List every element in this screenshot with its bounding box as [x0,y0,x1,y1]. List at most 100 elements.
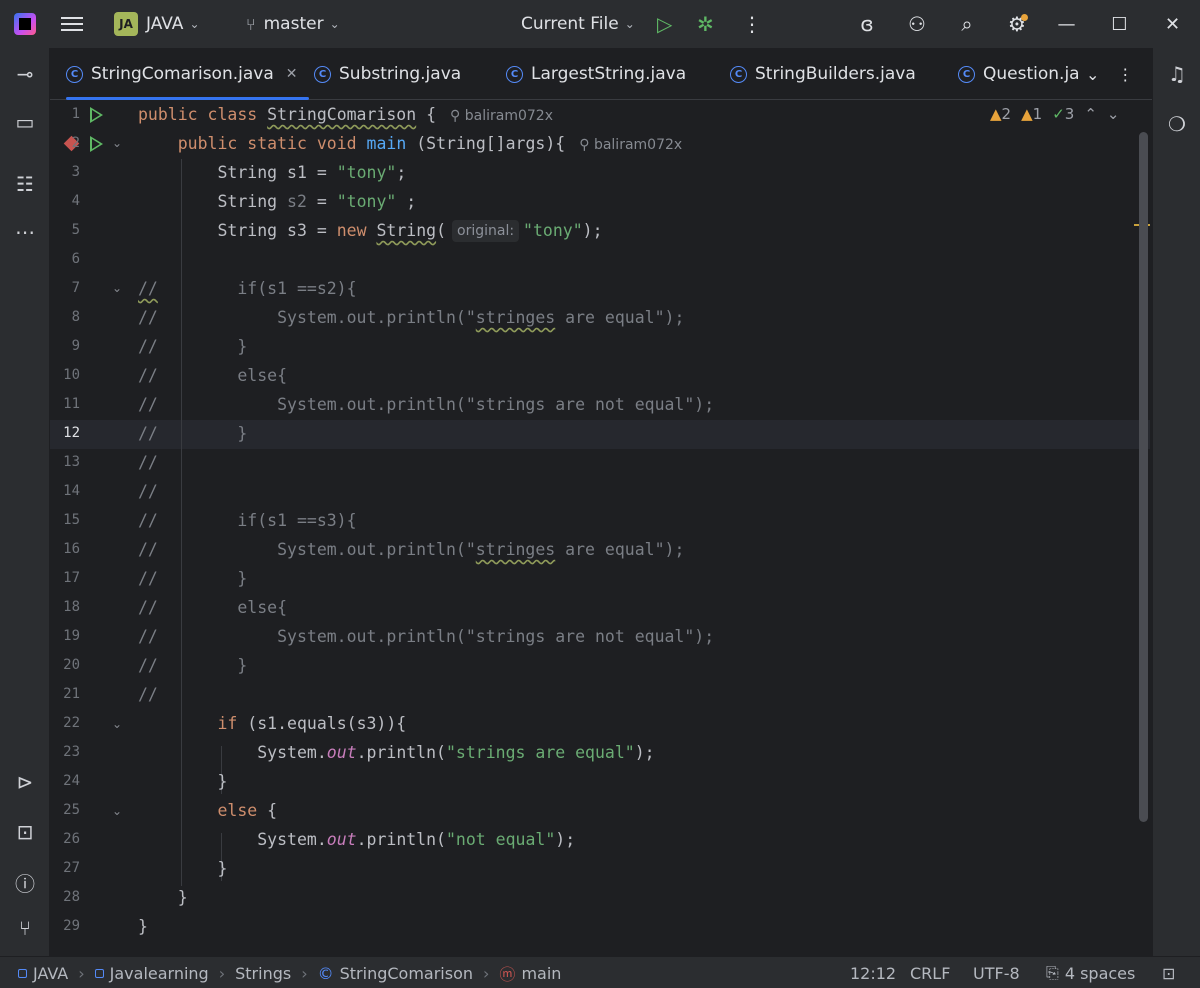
run-button[interactable]: ▷ [657,0,672,48]
line-number[interactable]: 22 [50,709,80,738]
caret-position[interactable]: 12:12 [850,957,896,988]
tab-stringbuilders[interactable]: C StringBuilders.java [730,48,916,100]
line-number[interactable]: 12 [50,419,80,448]
more-actions-button[interactable]: ⋮ [742,0,762,48]
line-number[interactable]: 17 [50,564,80,593]
vcs-branch-widget[interactable]: ⑂ master ⌄ [246,0,340,48]
line-number[interactable]: 1 [50,100,80,129]
module-icon [94,968,104,978]
commit-icon[interactable]: ⊸ [0,62,50,86]
tab-label: LargestString.java [531,64,687,84]
tab-stringcomarison[interactable]: C StringComarison.java ✕ [66,48,310,100]
maximize-icon[interactable]: ☐ [1093,14,1146,35]
line-number[interactable]: 19 [50,622,80,651]
chevron-down-icon[interactable]: ⌄ [1086,65,1099,84]
more-tools-icon[interactable]: ⋯ [0,220,50,244]
add-user-icon[interactable]: ⚇ [892,12,942,36]
code-line-13: // [138,453,158,472]
author-hint[interactable]: ⚲ baliram072x [450,108,553,124]
line-number[interactable]: 7 [50,274,80,303]
vertical-dots-icon[interactable]: ⋮ [1117,65,1133,84]
tab-largeststring[interactable]: C LargestString.java [506,48,686,100]
app-logo[interactable] [14,0,36,48]
fold-chevron-icon[interactable]: ⌄ [112,136,122,150]
gear-icon[interactable]: ⚙ [992,12,1042,36]
tab-question[interactable]: C Question.ja [958,48,1080,100]
problems-icon[interactable]: ⓘ [0,868,50,897]
chevron-up-icon[interactable]: ⌃ [1084,105,1097,123]
run-configuration-selector[interactable]: Current File ⌄ [521,0,635,48]
code-line-24: } [217,772,228,791]
tab-label: Question.ja [983,64,1080,84]
line-number[interactable]: 9 [50,332,80,361]
title-actions: ɞ ⚇ ⌕ ⚙ [842,0,1042,48]
author-hint[interactable]: ⚲ baliram072x [579,137,682,153]
line-number[interactable]: 23 [50,738,80,767]
line-number[interactable]: 3 [50,158,80,187]
branch-icon: ⑂ [246,14,256,34]
code-line-28: } [177,888,188,907]
line-number[interactable]: 8 [50,303,80,332]
terminal-icon[interactable]: ⊡ [0,820,50,844]
line-number[interactable]: 29 [50,912,80,941]
indent-setting[interactable]: ⎘ 4 spaces [1046,957,1135,988]
line-number[interactable]: 20 [50,651,80,680]
line-number[interactable]: 14 [50,477,80,506]
fold-chevron-icon[interactable]: ⌄ [112,717,122,731]
minimize-icon[interactable]: — [1040,14,1093,35]
breadcrumb-item[interactable]: JAVA [33,964,68,983]
line-number[interactable]: 28 [50,883,80,912]
line-number[interactable]: 4 [50,187,80,216]
line-number[interactable]: 11 [50,390,80,419]
breadcrumb-item[interactable]: Javalearning [110,964,209,983]
line-number[interactable]: 24 [50,767,80,796]
line-number[interactable]: 15 [50,506,80,535]
lock-icon[interactable]: ⊡ [1162,957,1175,988]
fold-chevron-icon[interactable]: ⌄ [112,804,122,818]
breadcrumb-item[interactable]: Strings [235,964,291,983]
chevron-down-icon: ⌄ [189,17,200,31]
chevron-down-icon[interactable]: ⌄ [1107,105,1120,123]
ai-assistant-icon[interactable]: ɞ [842,12,892,36]
run-class-icon[interactable] [90,107,103,123]
breadcrumb-item[interactable]: StringComarison [340,964,473,983]
line-number[interactable]: 25 [50,796,80,825]
tab-label: StringBuilders.java [755,64,916,84]
line-number[interactable]: 10 [50,361,80,390]
tab-substring[interactable]: C Substring.java [314,48,461,100]
git-icon[interactable]: ⑂ [0,916,50,940]
fold-chevron-icon[interactable]: ⌄ [112,281,122,295]
line-number[interactable]: 18 [50,593,80,622]
code-line-16: // System.out.println("stringes are equa… [138,540,685,559]
line-number[interactable]: 5 [50,216,80,245]
run-main-icon[interactable] [90,136,103,152]
chevron-down-icon: ⌄ [624,17,635,31]
line-number[interactable]: 21 [50,680,80,709]
debug-button[interactable]: ✲ [697,0,714,48]
project-switcher[interactable]: JA JAVA ⌄ [114,0,200,48]
line-number[interactable]: 13 [50,448,80,477]
main-menu-icon[interactable] [60,0,84,48]
line-number[interactable]: 26 [50,825,80,854]
line-number[interactable]: 2 [50,129,80,158]
project-folder-icon[interactable]: ▭ [0,110,50,134]
notifications-bell-icon[interactable]: ♫ [1153,62,1200,86]
run-tool-icon[interactable]: ⊳ [0,770,50,794]
ai-chat-icon[interactable]: ❍ [1153,112,1200,136]
code-editor[interactable]: ▲2 ▲1 ✓3 ⌃ ⌄ ⌄ ⌄ ⌄ ⌄ 1 2 3 4 5 6 7 8 9 10 11 12 13 14… [50,100,1152,956]
line-separator[interactable]: CRLF [910,957,950,988]
close-icon[interactable]: ✕ [1146,14,1199,35]
line-number[interactable]: 27 [50,854,80,883]
file-encoding[interactable]: UTF-8 [973,957,1020,988]
inspection-widget[interactable]: ▲2 ▲1 ✓3 ⌃ ⌄ [990,105,1119,123]
structure-icon[interactable]: ☷ [0,172,50,196]
breadcrumb-item[interactable]: main [521,964,561,983]
vertical-scrollbar[interactable] [1139,132,1148,822]
line-number[interactable]: 16 [50,535,80,564]
window-controls: — ☐ ✕ [1040,0,1199,48]
code-line-12: // } [138,424,248,443]
close-icon[interactable]: ✕ [286,66,298,82]
search-icon[interactable]: ⌕ [942,12,992,36]
line-number[interactable]: 6 [50,245,80,274]
code-line-19: // System.out.println("strings are not e… [138,627,715,646]
